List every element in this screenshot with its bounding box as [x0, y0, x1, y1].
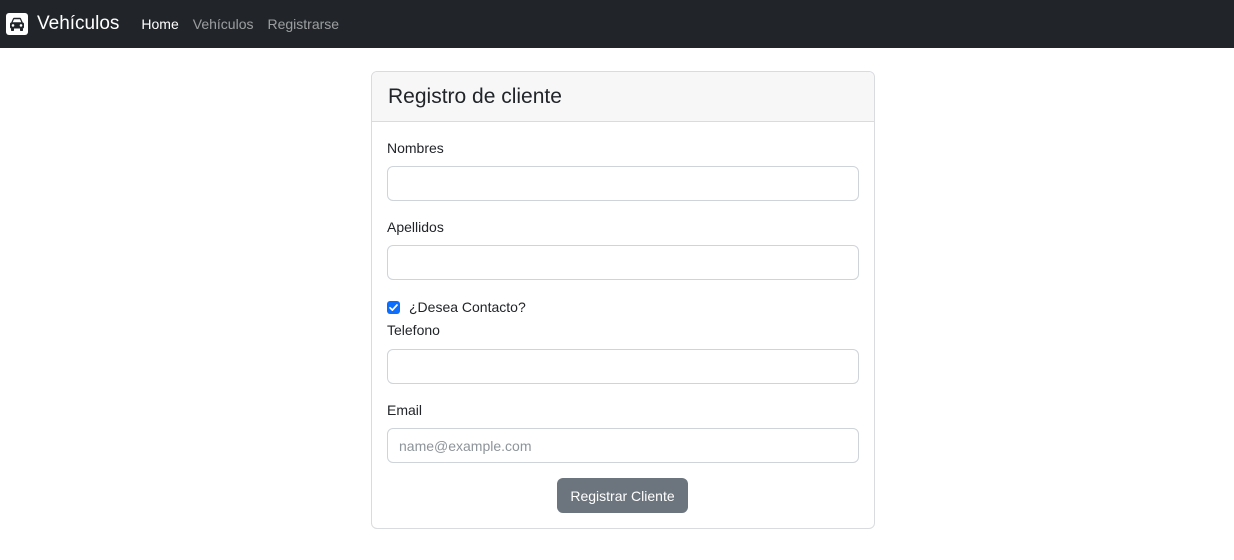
apellidos-label: Apellidos — [387, 219, 444, 235]
contact-checkbox-row[interactable]: ¿Desea Contacto? — [387, 299, 526, 315]
apellidos-input[interactable] — [387, 245, 859, 280]
register-client-button[interactable]: Registrar Cliente — [557, 478, 688, 513]
nav-link-home[interactable]: Home — [141, 16, 178, 32]
navbar: Vehículos Home Vehículos Registrarse — [0, 0, 1234, 48]
brand-text: Vehículos — [37, 13, 120, 34]
nav-links: Home Vehículos Registrarse — [141, 16, 353, 32]
registration-card: Registro de cliente Nombres Apellidos ¿D… — [371, 71, 875, 529]
card-header: Registro de cliente — [372, 72, 874, 122]
nombres-label: Nombres — [387, 140, 444, 156]
nav-link-registrarse[interactable]: Registrarse — [267, 16, 339, 32]
car-icon — [6, 13, 28, 35]
checkmark-icon — [389, 303, 398, 311]
email-input[interactable] — [387, 428, 859, 463]
nombres-input[interactable] — [387, 166, 859, 201]
nav-link-vehiculos[interactable]: Vehículos — [193, 16, 254, 32]
telefono-label: Telefono — [387, 322, 440, 338]
contact-checkbox-label: ¿Desea Contacto? — [409, 299, 526, 315]
contact-checkbox[interactable] — [387, 300, 400, 314]
email-label: Email — [387, 402, 423, 418]
form-title: Registro de cliente — [388, 84, 562, 108]
telefono-input[interactable] — [387, 349, 859, 384]
navbar-brand[interactable]: Vehículos — [6, 0, 119, 48]
